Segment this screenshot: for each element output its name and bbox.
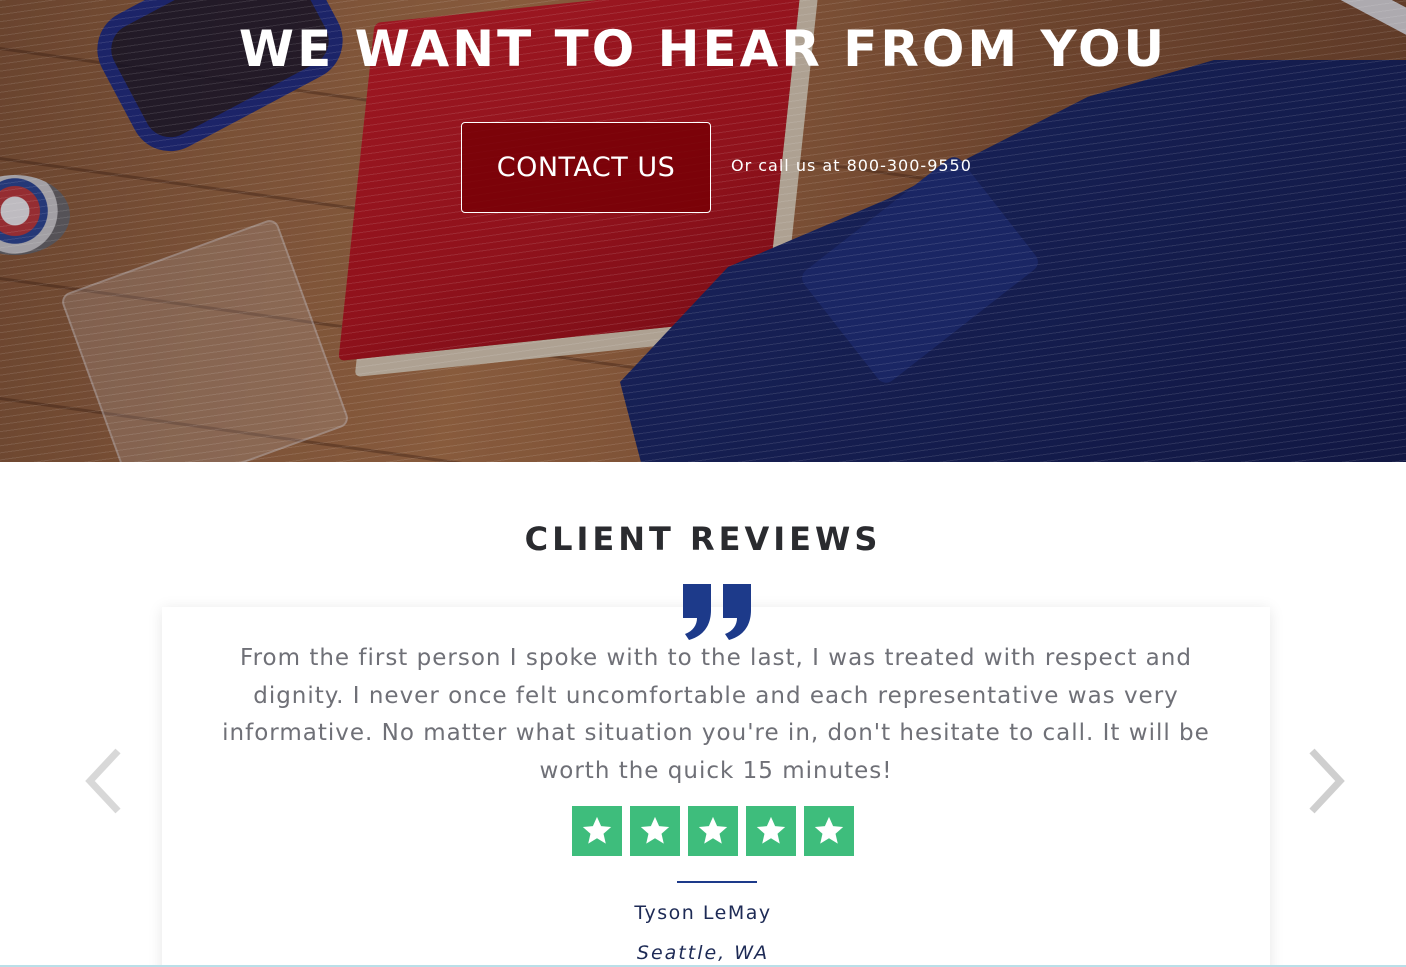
star-icon [804,806,854,856]
chevron-right-icon[interactable] [1300,745,1348,817]
hero-title: WE WANT TO HEAR FROM YOU [238,20,1168,78]
star-icon [572,806,622,856]
reviewer-location: Seattle, WA [636,942,770,964]
star-rating [572,806,854,856]
contact-us-button[interactable]: CONTACT US [461,122,711,213]
chevron-left-icon[interactable] [82,745,130,817]
review-text: From the first person I spoke with to th… [222,645,1210,784]
star-icon [630,806,680,856]
star-icon [688,806,738,856]
reviewer-name: Tyson LeMay [634,902,772,924]
quote-icon [683,584,751,640]
hero-banner: WE WANT TO HEAR FROM YOU CONTACT US Or c… [0,0,1406,462]
reviewer-divider [677,881,757,883]
reviews-section-title: CLIENT REVIEWS [524,520,882,558]
star-icon [746,806,796,856]
call-phone-text: Or call us at 800-300-9550 [731,156,972,175]
